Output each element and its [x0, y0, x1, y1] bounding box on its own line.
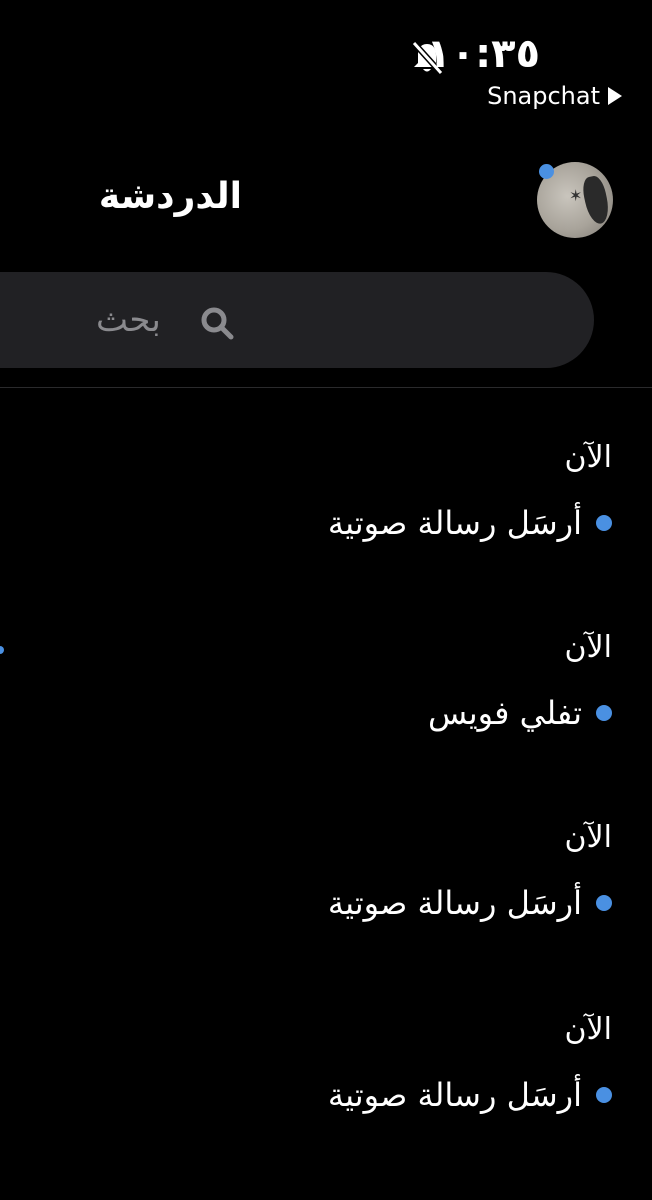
chat-status: أرسَل رسالة صوتية	[328, 504, 612, 542]
back-to-app-button[interactable]: Snapchat	[487, 82, 622, 110]
chat-status-text: أرسَل رسالة صوتية	[327, 504, 582, 542]
unread-dot-icon	[596, 1087, 612, 1103]
back-app-label: Snapchat	[487, 82, 600, 110]
divider	[0, 387, 652, 388]
search-input[interactable]: بحث	[96, 300, 161, 340]
chat-status-text: أرسَل رسالة صوتية	[327, 1076, 582, 1114]
chat-time: الآن	[564, 1012, 612, 1047]
unread-dot-icon	[596, 515, 612, 531]
search-icon	[201, 307, 234, 340]
avatar-notification-dot	[539, 164, 554, 179]
page-title: الدردشة	[98, 176, 242, 217]
chat-screen: ١٠:٣٥ Snapchat ✶ الدردشة بحث الآن أرسَل …	[0, 0, 652, 1200]
unread-dot-icon	[596, 895, 612, 911]
chat-time: الآن	[564, 440, 612, 475]
search-bar[interactable]	[0, 272, 594, 368]
chat-status-text: تفلي فويس	[427, 694, 582, 732]
chat-time: الآن	[564, 820, 612, 855]
unread-dot-icon	[596, 705, 612, 721]
chat-list-item[interactable]: الآن تفلي فويس	[0, 630, 652, 760]
play-icon	[608, 87, 622, 105]
chat-status: أرسَل رسالة صوتية	[328, 1076, 612, 1114]
chat-status-text: أرسَل رسالة صوتية	[327, 884, 582, 922]
status-time: ١٠:٣٥	[426, 31, 540, 77]
chat-list-item[interactable]: الآن أرسَل رسالة صوتية	[0, 440, 652, 570]
chat-list-item[interactable]: الآن أرسَل رسالة صوتية	[0, 820, 652, 950]
chat-status: أرسَل رسالة صوتية	[328, 884, 612, 922]
chat-time: الآن	[564, 630, 612, 665]
chat-list-item[interactable]: الآن أرسَل رسالة صوتية	[0, 1012, 652, 1142]
chat-status: تفلي فويس	[428, 694, 612, 732]
